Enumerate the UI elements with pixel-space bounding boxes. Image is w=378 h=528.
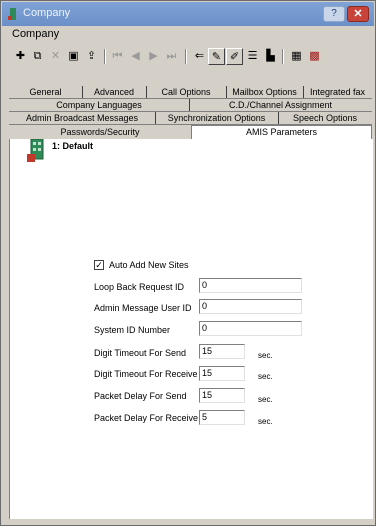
export-icon: ⇪ <box>86 49 97 62</box>
edit-button[interactable]: ✐ <box>226 48 243 65</box>
tab-passwords-security[interactable]: Passwords/Security <box>9 126 191 138</box>
wizard-icon: ✎ <box>211 50 222 63</box>
undo-button[interactable]: ⇐ <box>191 48 208 65</box>
undo-icon: ⇐ <box>194 49 205 62</box>
system-id-number-label: System ID Number <box>94 325 171 335</box>
previous-record-icon: ◀ <box>131 49 140 62</box>
tab-synchronization-options[interactable]: Synchronization Options <box>155 112 279 124</box>
digit-timeout-send-field[interactable]: 15 <box>199 344 245 359</box>
digit-timeout-receive-label: Digit Timeout For Receive <box>94 369 198 379</box>
packet-delay-send-field[interactable]: 15 <box>199 388 245 403</box>
next-record-icon: ▶ <box>149 49 158 62</box>
report-button[interactable]: ▦ <box>288 48 305 65</box>
grid-icon: ▩ <box>309 49 320 62</box>
site-icon <box>27 139 47 163</box>
admin-message-user-id-label: Admin Message User ID <box>94 303 192 313</box>
tab-call-options[interactable]: Call Options <box>146 86 227 98</box>
packet-delay-send-unit: sec. <box>258 395 273 404</box>
delete-button[interactable]: ✕ <box>47 48 64 65</box>
menu-item-company[interactable]: Company <box>12 28 59 40</box>
edit-icon: ✐ <box>229 50 240 63</box>
amis-parameters-panel: 1: Default ✓ Auto Add New Sites Loop Bac… <box>9 139 373 519</box>
toolbar-separator <box>104 49 106 64</box>
tab-general[interactable]: General <box>9 86 83 98</box>
auto-add-new-sites-checkbox[interactable]: ✓ <box>94 260 104 270</box>
tab-amis-parameters[interactable]: AMIS Parameters <box>191 125 372 139</box>
first-record-icon: ⏮ <box>112 49 123 62</box>
packet-delay-receive-unit: sec. <box>258 417 273 426</box>
auto-add-new-sites-label: Auto Add New Sites <box>109 260 189 270</box>
packet-delay-receive-label: Packet Delay For Receive <box>94 413 199 423</box>
tab-row-4: Passwords/Security AMIS Parameters <box>9 125 372 139</box>
toolbar-separator <box>185 49 187 64</box>
wizard-button[interactable]: ✎ <box>208 48 225 65</box>
last-record-icon: ⏭ <box>166 49 177 62</box>
window-title: Company <box>23 7 71 19</box>
digit-timeout-send-label: Digit Timeout For Send <box>94 348 187 358</box>
title-bar[interactable]: Company ? ✕ <box>2 2 374 26</box>
add-button[interactable]: ✚ <box>12 48 29 65</box>
tab-admin-broadcast-messages[interactable]: Admin Broadcast Messages <box>9 112 156 124</box>
tab-advanced[interactable]: Advanced <box>82 86 147 98</box>
copy-icon: ⧉ <box>33 49 42 62</box>
grid-button[interactable]: ▩ <box>306 48 323 65</box>
toolbar: ✚ ⧉ ✕ ▣ ⇪ ⏮ ◀ ▶ ⏭ ⇐ ✎ ✐ ☰ ▙ ▦ ▩ <box>2 42 374 84</box>
help-button[interactable]: ? <box>323 6 345 22</box>
digit-timeout-send-unit: sec. <box>258 351 273 360</box>
tab-company-languages[interactable]: Company Languages <box>9 99 190 111</box>
chart-button[interactable]: ▙ <box>262 48 279 65</box>
previous-record-button[interactable]: ◀ <box>127 48 144 65</box>
report-icon: ▦ <box>291 49 302 62</box>
tab-row-3: Admin Broadcast Messages Synchronization… <box>9 112 372 124</box>
digit-timeout-receive-unit: sec. <box>258 372 273 381</box>
first-record-button[interactable]: ⏮ <box>109 48 126 65</box>
close-icon: ✕ <box>353 8 363 20</box>
tab-mailbox-options[interactable]: Mailbox Options <box>226 86 304 98</box>
loop-back-request-id-label: Loop Back Request ID <box>94 282 185 292</box>
export-button[interactable]: ⇪ <box>83 48 100 65</box>
tab-cd-channel-assignment[interactable]: C.D./Channel Assignment <box>189 99 372 111</box>
company-window: Company ? ✕ Company ✚ ⧉ ✕ ▣ ⇪ ⏮ ◀ ▶ ⏭ ⇐ … <box>0 0 376 526</box>
next-record-button[interactable]: ▶ <box>145 48 162 65</box>
close-button[interactable]: ✕ <box>347 6 369 22</box>
admin-message-user-id-field[interactable]: 0 <box>199 299 302 314</box>
tab-integrated-fax[interactable]: Integrated fax <box>303 86 372 98</box>
save-button[interactable]: ▣ <box>65 48 82 65</box>
help-icon: ? <box>331 8 337 19</box>
site-label: 1: Default <box>52 141 94 151</box>
system-id-number-field[interactable]: 0 <box>199 321 302 336</box>
delete-icon: ✕ <box>50 49 61 62</box>
properties-icon: ☰ <box>247 49 258 62</box>
save-icon: ▣ <box>68 49 79 62</box>
tab-speech-options[interactable]: Speech Options <box>278 112 372 124</box>
packet-delay-send-label: Packet Delay For Send <box>94 391 187 401</box>
add-icon: ✚ <box>15 49 26 62</box>
tab-row-2: Company Languages C.D./Channel Assignmen… <box>9 99 372 111</box>
last-record-button[interactable]: ⏭ <box>163 48 180 65</box>
packet-delay-receive-field[interactable]: 5 <box>199 410 245 425</box>
digit-timeout-receive-field[interactable]: 15 <box>199 366 245 381</box>
tab-row-1: General Advanced Call Options Mailbox Op… <box>9 86 372 98</box>
loop-back-request-id-field[interactable]: 0 <box>199 278 302 293</box>
toolbar-separator <box>282 49 284 64</box>
copy-button[interactable]: ⧉ <box>29 48 46 65</box>
app-icon <box>8 8 18 20</box>
properties-button[interactable]: ☰ <box>244 48 261 65</box>
chart-icon: ▙ <box>266 49 275 62</box>
menu-bar: Company <box>2 26 374 42</box>
